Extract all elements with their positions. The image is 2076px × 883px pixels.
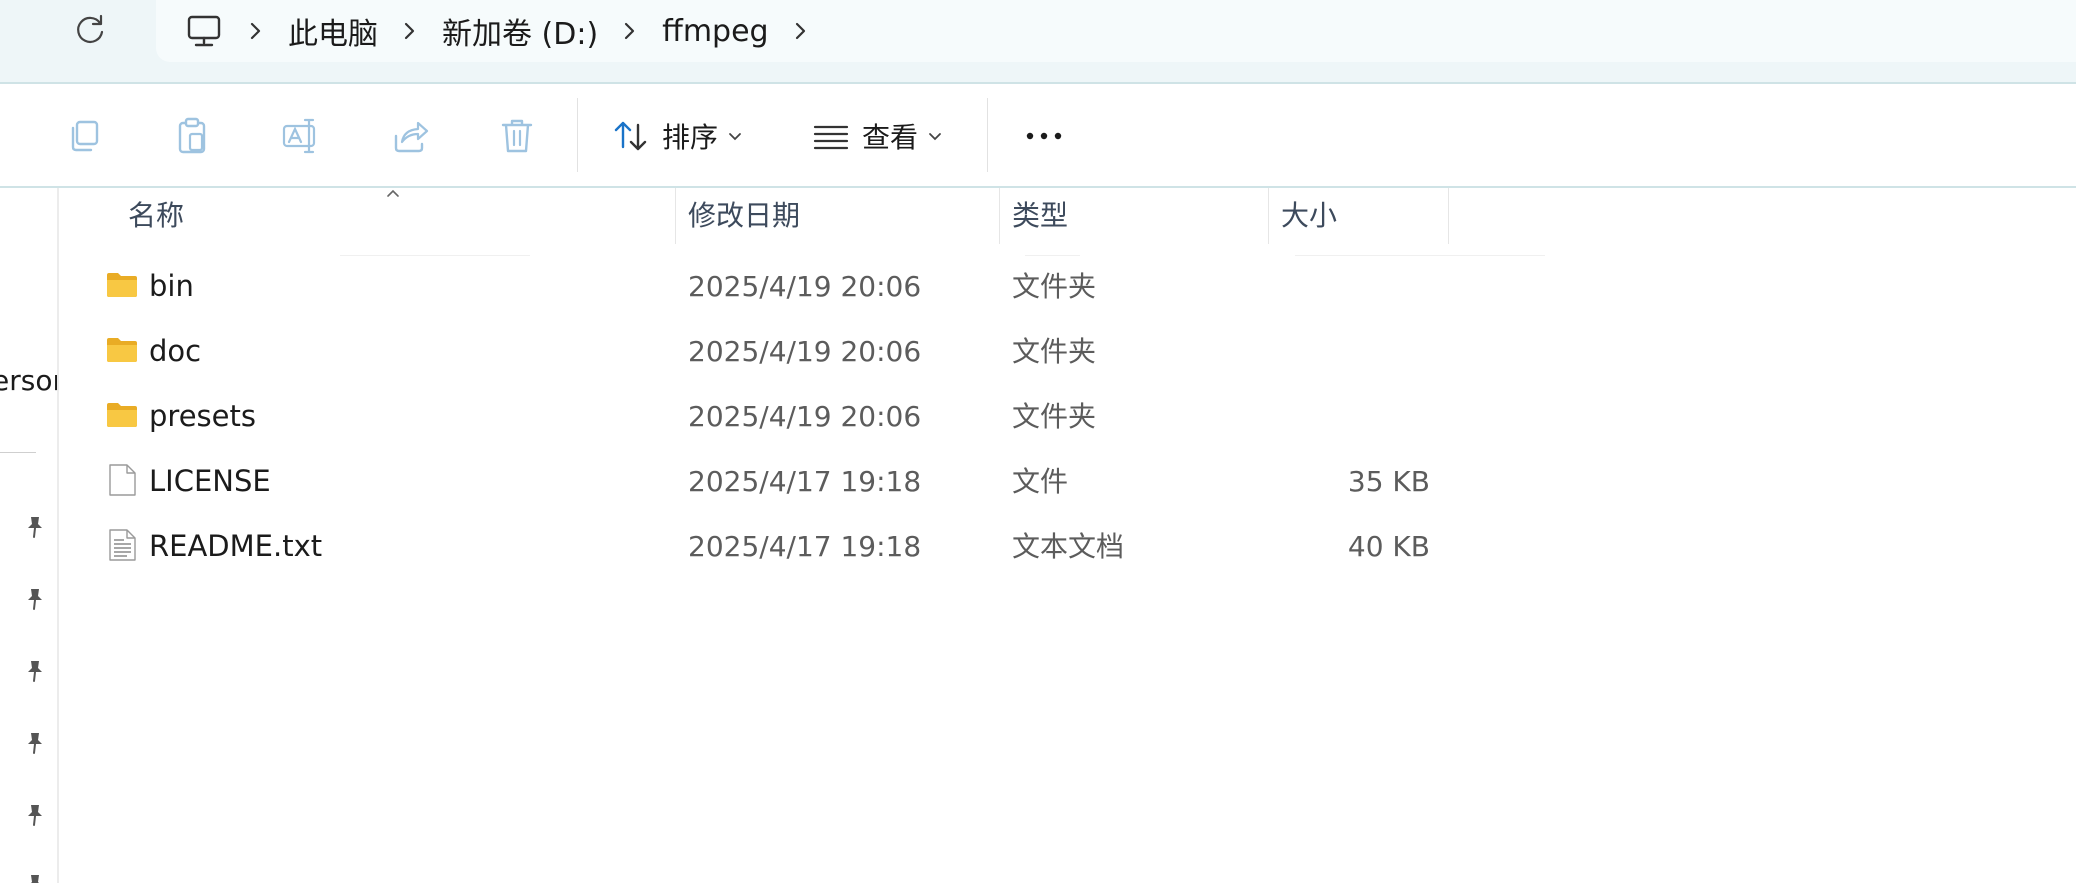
delete-icon[interactable] xyxy=(495,114,539,158)
address-bar: 此电脑 新加卷 (D:) ffmpeg xyxy=(0,0,2076,84)
toolbar-separator xyxy=(577,98,578,172)
pin-icon[interactable] xyxy=(22,802,48,828)
sort-label: 排序 xyxy=(662,121,719,154)
paste-icon[interactable] xyxy=(170,114,214,158)
breadcrumb[interactable]: 此电脑 新加卷 (D:) ffmpeg xyxy=(156,0,2076,62)
nav-divider xyxy=(0,452,36,453)
file-modified: 2025/4/19 20:06 xyxy=(688,335,922,368)
file-name: README.txt xyxy=(149,529,323,563)
file-name: bin xyxy=(149,269,194,303)
file-modified: 2025/4/19 20:06 xyxy=(688,270,922,303)
copy-icon[interactable] xyxy=(63,114,107,158)
nav-item-partial[interactable]: ersor xyxy=(0,364,57,397)
file-modified: 2025/4/19 20:06 xyxy=(688,400,922,433)
folder-icon xyxy=(107,273,137,297)
file-size: 40 KB xyxy=(1347,530,1430,563)
text-file-icon xyxy=(109,529,136,561)
file-row[interactable]: presets 2025/4/19 20:06 文件夹 xyxy=(59,384,1439,449)
view-button[interactable]: 查看 xyxy=(812,112,942,160)
file-type: 文件夹 xyxy=(1012,270,1097,303)
pin-icon[interactable] xyxy=(22,586,48,612)
breadcrumb-item-drive[interactable]: 新加卷 (D:) xyxy=(442,9,598,53)
file-type: 文件 xyxy=(1012,465,1069,498)
file-type: 文件夹 xyxy=(1012,335,1097,368)
file-type: 文件夹 xyxy=(1012,400,1097,433)
breadcrumb-item-folder[interactable]: ffmpeg xyxy=(662,14,768,49)
file-modified: 2025/4/17 19:18 xyxy=(688,530,922,563)
navigation-pane: ersor xyxy=(0,188,59,883)
folder-icon xyxy=(107,403,137,427)
command-bar: 排序 查看 xyxy=(0,84,2076,256)
file-name: presets xyxy=(149,399,256,433)
computer-icon[interactable] xyxy=(184,11,224,51)
file-row[interactable]: LICENSE 2025/4/17 19:18 文件 35 KB xyxy=(59,449,1439,514)
file-name: doc xyxy=(149,334,202,368)
more-options-icon[interactable] xyxy=(1022,114,1066,158)
column-header-size[interactable]: 大小 xyxy=(1269,188,1337,244)
view-label: 查看 xyxy=(862,121,919,154)
sort-ascending-icon xyxy=(387,189,399,197)
file-name: LICENSE xyxy=(149,464,271,498)
share-icon[interactable] xyxy=(388,114,432,158)
pin-icon[interactable] xyxy=(22,514,48,540)
file-row[interactable]: doc 2025/4/19 20:06 文件夹 xyxy=(59,319,1439,384)
refresh-icon[interactable] xyxy=(70,10,110,50)
chevron-right-icon[interactable] xyxy=(620,18,640,44)
column-header-name[interactable]: 名称 xyxy=(116,188,184,244)
chevron-right-icon[interactable] xyxy=(791,18,811,44)
pin-icon[interactable] xyxy=(22,872,48,883)
file-size: 35 KB xyxy=(1347,465,1430,498)
file-row[interactable]: README.txt 2025/4/17 19:18 文本文档 40 KB xyxy=(59,514,1439,579)
pin-icon[interactable] xyxy=(22,730,48,756)
sort-icon xyxy=(614,121,647,151)
chevron-right-icon[interactable] xyxy=(246,18,266,44)
sort-button[interactable]: 排序 xyxy=(612,112,742,160)
file-type: 文本文档 xyxy=(1012,530,1125,563)
file-modified: 2025/4/17 19:18 xyxy=(688,465,922,498)
view-list-icon xyxy=(813,125,849,150)
file-icon xyxy=(109,464,136,496)
column-header-type[interactable]: 类型 xyxy=(1000,188,1068,244)
file-list: 名称 修改日期 类型 大小 bin 2025/4/19 20:06 文件夹 do… xyxy=(59,188,2076,883)
column-separator[interactable] xyxy=(1448,188,1449,244)
column-header-modified[interactable]: 修改日期 xyxy=(676,188,800,244)
chevron-down-icon xyxy=(729,133,741,141)
chevron-right-icon[interactable] xyxy=(400,18,420,44)
folder-icon xyxy=(107,338,137,362)
rename-icon[interactable] xyxy=(279,114,323,158)
file-row[interactable]: bin 2025/4/19 20:06 文件夹 xyxy=(59,254,1439,319)
breadcrumb-item-this-pc[interactable]: 此电脑 xyxy=(288,9,378,53)
chevron-down-icon xyxy=(929,133,941,141)
toolbar-separator xyxy=(987,98,988,172)
pin-icon[interactable] xyxy=(22,658,48,684)
